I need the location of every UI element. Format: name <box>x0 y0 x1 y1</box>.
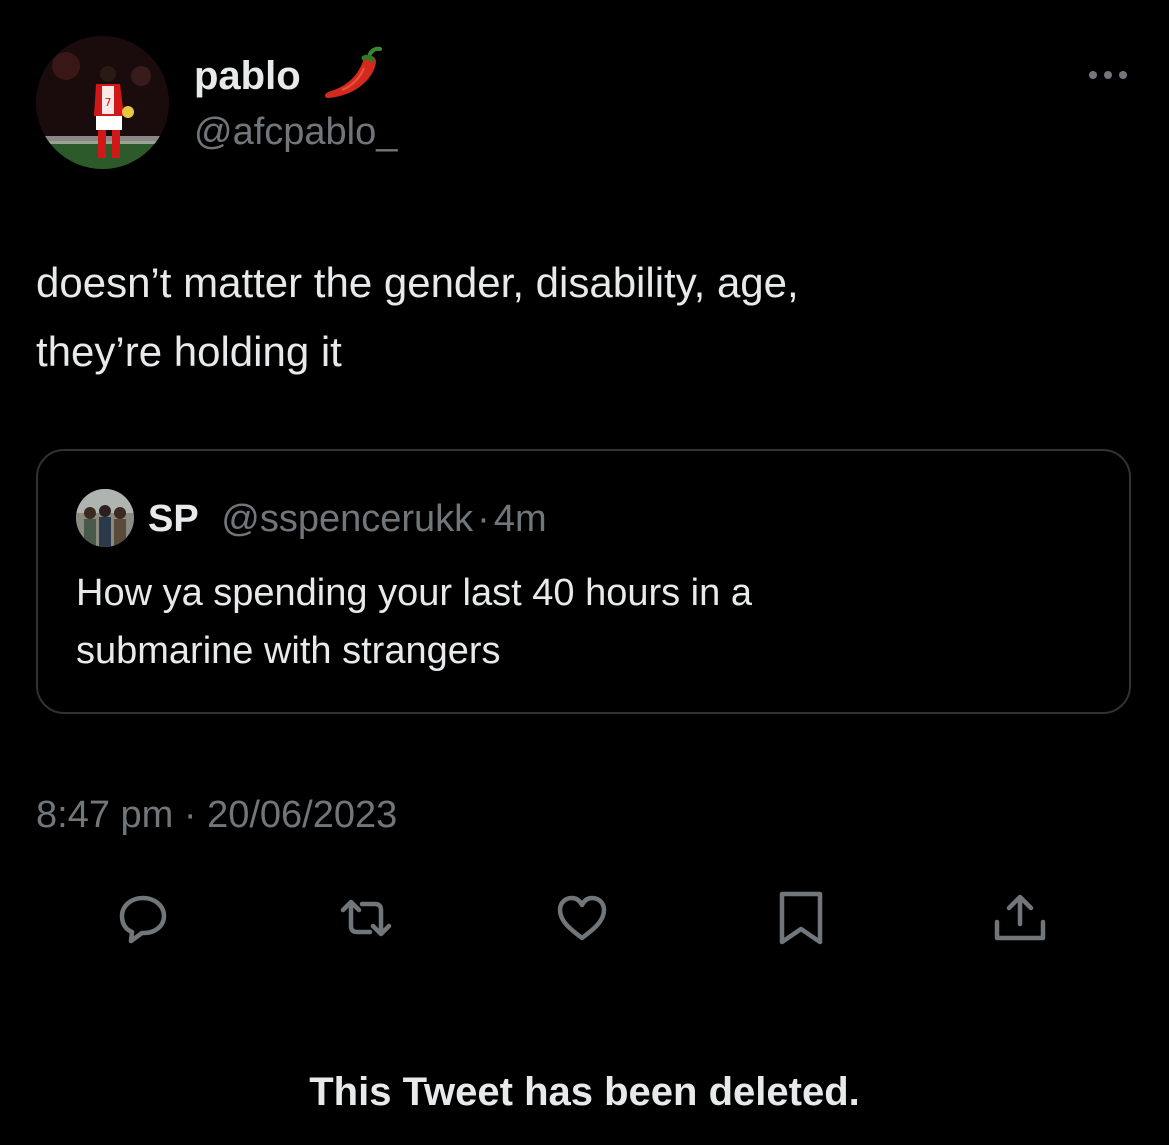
heart-icon <box>557 895 607 941</box>
tweet-text-line: they’re holding it <box>36 328 342 375</box>
like-button[interactable] <box>552 888 612 948</box>
quoted-tweet-card[interactable]: SP @sspencerukk · 4m How ya spending your … <box>36 449 1131 714</box>
tweet-text-line: doesn’t matter the gender, disability, a… <box>36 259 799 306</box>
share-button[interactable] <box>990 888 1050 948</box>
author-display-name[interactable]: pablo <box>194 50 301 102</box>
quoted-text-line: submarine with strangers <box>76 630 501 672</box>
author-avatar[interactable]: 7 <box>36 36 169 169</box>
tweet-timestamp[interactable]: 8:47 pm · 20/06/2023 <box>36 790 397 840</box>
retweet-icon <box>340 899 392 937</box>
quoted-author-avatar[interactable] <box>76 489 134 547</box>
quoted-tweet-text: How ya spending your last 40 hours in a … <box>76 564 1076 680</box>
reply-button[interactable] <box>113 888 173 948</box>
bookmark-button[interactable] <box>771 888 831 948</box>
svg-text:7: 7 <box>105 96 112 109</box>
reply-icon <box>119 895 167 944</box>
retweet-button[interactable] <box>336 888 396 948</box>
more-options-icon[interactable] <box>1085 62 1131 88</box>
quoted-author-display-name[interactable]: SP <box>148 498 199 540</box>
deleted-notice: This Tweet has been deleted. <box>309 1070 860 1114</box>
author-handle[interactable]: @afcpablo_ <box>194 108 397 156</box>
tweet-text: doesn’t matter the gender, disability, a… <box>36 248 1126 386</box>
chili-pepper-icon <box>320 46 384 104</box>
quoted-time-ago[interactable]: 4m <box>494 498 547 540</box>
quoted-author-handle[interactable]: @sspencerukk <box>221 498 473 540</box>
quoted-text-line: How ya spending your last 40 hours in a <box>76 572 752 614</box>
quoted-separator: · <box>477 498 490 540</box>
share-icon <box>994 894 1046 941</box>
quoted-tweet-header: SP @sspencerukk · 4m <box>148 493 547 545</box>
bookmark-icon <box>779 891 823 945</box>
